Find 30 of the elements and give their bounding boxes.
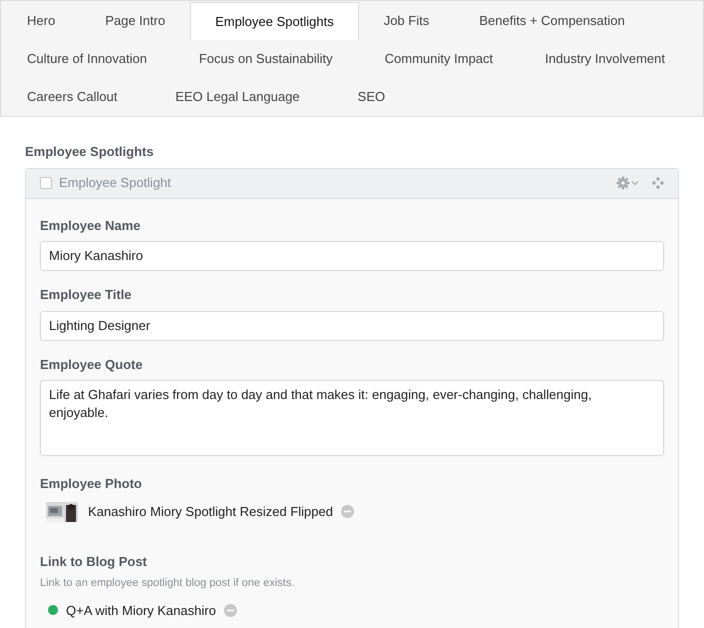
tab[interactable]: Job Fits (358, 2, 454, 40)
checkbox[interactable] (40, 177, 52, 189)
panel-title: Employee Spotlight (59, 174, 172, 192)
tab[interactable]: EEO Legal Language (150, 78, 325, 116)
field-label: Employee Photo (40, 475, 143, 493)
tab[interactable]: Industry Involvement (520, 40, 690, 78)
tab[interactable]: Culture of Innovation (2, 40, 172, 78)
text-area[interactable]: Life at Ghafari varies from day to day and that makes it: engaging, ever-changing, challenging, enjoyable. (40, 380, 664, 456)
text-field[interactable]: Miory Kanashiro (40, 241, 664, 271)
tab[interactable]: Community Impact (360, 40, 518, 78)
file-name: Kanashiro Miory Spotlight Resized Flipped (88, 502, 333, 521)
tab[interactable]: Employee Spotlights (190, 2, 359, 40)
field-label: Employee Name (40, 216, 142, 235)
field-label: Link to Blog Post (40, 552, 148, 571)
drag-handle-icon[interactable] (652, 177, 664, 189)
tab[interactable]: Benefits + Compensation (454, 2, 650, 40)
remove-icon[interactable] (340, 505, 354, 518)
tab[interactable]: SEO (332, 78, 410, 116)
tab[interactable]: Focus on Sustainability (174, 40, 358, 78)
section-title: Employee Spotlights (25, 143, 155, 161)
linked-post[interactable]: Q+A with Miory Kanashiro (66, 600, 216, 620)
gear-icon[interactable] (616, 176, 640, 190)
tab[interactable]: Page Intro (80, 2, 190, 40)
remove-icon[interactable] (224, 604, 237, 617)
help-text: Link to an employee spotlight blog post if one exists. (40, 576, 296, 591)
field-label: Employee Quote (40, 356, 144, 374)
field-label: Employee Title (40, 286, 133, 304)
tab[interactable]: Careers Callout (2, 78, 142, 116)
text-field[interactable]: Lighting Designer (40, 310, 664, 340)
tab[interactable]: Hero (2, 2, 80, 40)
